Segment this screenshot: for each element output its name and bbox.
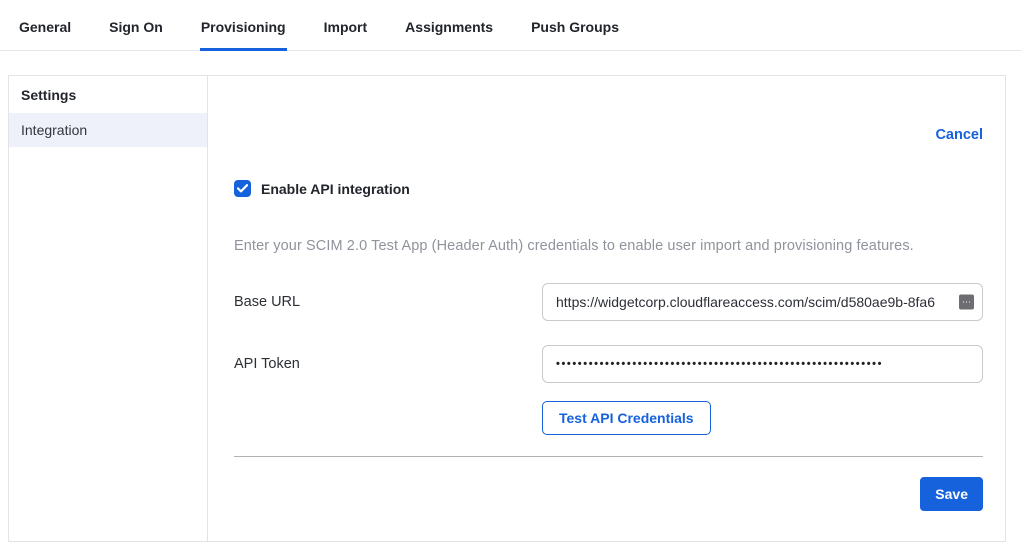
test-credentials-row: Test API Credentials bbox=[542, 401, 983, 435]
section-divider bbox=[234, 456, 983, 457]
tab-push-groups[interactable]: Push Groups bbox=[530, 19, 620, 51]
api-token-input[interactable] bbox=[542, 345, 983, 383]
base-url-label: Base URL bbox=[234, 294, 542, 310]
enable-api-row: Enable API integration bbox=[234, 180, 983, 197]
base-url-input-wrap: ⋯ bbox=[542, 283, 983, 321]
sidebar-heading: Settings bbox=[9, 76, 207, 113]
save-button[interactable]: Save bbox=[920, 477, 983, 511]
text-overflow-indicator: ⋯ bbox=[959, 295, 974, 310]
content-panel: Settings Integration Cancel Enable API i… bbox=[8, 75, 1006, 542]
cancel-link[interactable]: Cancel bbox=[935, 127, 983, 143]
enable-api-checkbox[interactable] bbox=[234, 180, 251, 197]
api-token-label: API Token bbox=[234, 356, 542, 372]
sidebar-item-integration[interactable]: Integration bbox=[9, 113, 207, 147]
save-row: Save bbox=[234, 477, 983, 511]
api-token-input-wrap bbox=[542, 345, 983, 383]
tab-provisioning[interactable]: Provisioning bbox=[200, 19, 287, 51]
tab-assignments[interactable]: Assignments bbox=[404, 19, 494, 51]
base-url-row: Base URL ⋯ bbox=[234, 283, 983, 321]
cancel-row: Cancel bbox=[234, 126, 983, 144]
tab-general[interactable]: General bbox=[18, 19, 72, 51]
tab-bar: General Sign On Provisioning Import Assi… bbox=[0, 0, 1021, 51]
credentials-description: Enter your SCIM 2.0 Test App (Header Aut… bbox=[234, 238, 983, 254]
tab-import[interactable]: Import bbox=[323, 19, 369, 51]
tab-sign-on[interactable]: Sign On bbox=[108, 19, 164, 51]
test-api-credentials-button[interactable]: Test API Credentials bbox=[542, 401, 711, 435]
main-content: Cancel Enable API integration Enter your… bbox=[208, 76, 1007, 541]
checkmark-icon bbox=[237, 184, 248, 193]
base-url-input[interactable] bbox=[542, 283, 983, 321]
enable-api-label: Enable API integration bbox=[261, 181, 410, 197]
sidebar: Settings Integration bbox=[9, 76, 208, 541]
api-token-row: API Token bbox=[234, 345, 983, 383]
